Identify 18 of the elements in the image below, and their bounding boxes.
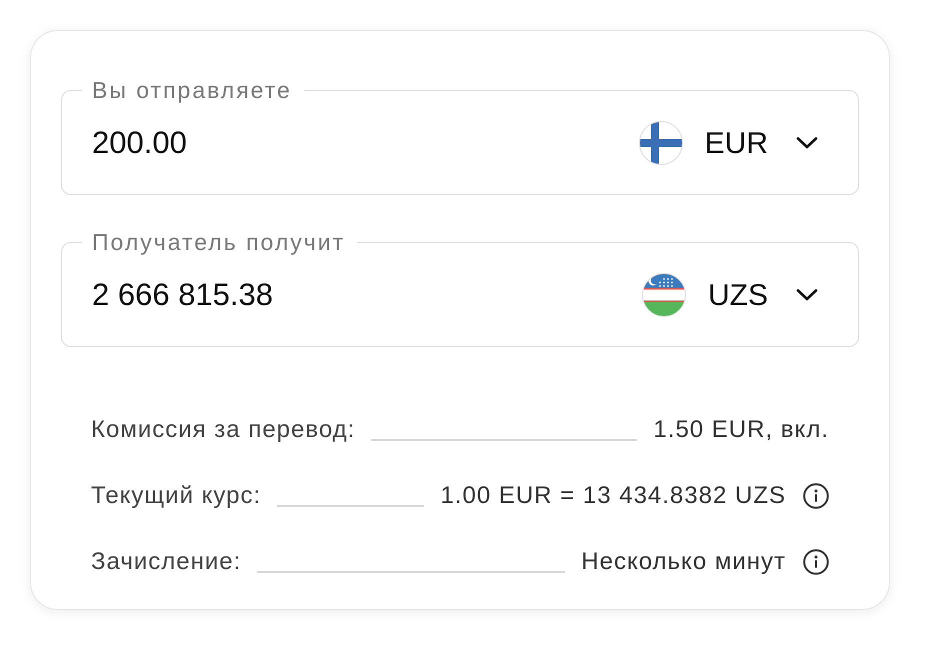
currency-select[interactable]: EUR: [638, 120, 818, 166]
amount-input[interactable]: 2 666 815.38: [92, 272, 642, 318]
chevron-down-icon: [796, 137, 818, 149]
finland-flag-icon: [638, 121, 683, 165]
chevron-down-icon: [796, 289, 818, 301]
detail-label: Комиссия за перевод:: [91, 415, 356, 445]
field-label: Вы отправляете: [91, 77, 293, 103]
info-icon[interactable]: [803, 483, 829, 509]
detail-label: Зачисление:: [91, 547, 242, 577]
uzbekistan-flag-icon: [642, 273, 686, 317]
amount-input[interactable]: 200.00: [92, 120, 639, 166]
info-icon[interactable]: [803, 549, 829, 575]
detail-value: 1.00 EUR = 13 434.8382 UZS: [440, 481, 786, 511]
field-label: Получатель получит: [91, 229, 346, 255]
detail-label: Текущий курс:: [91, 481, 262, 511]
detail-value: Несколько минут: [581, 547, 786, 577]
detail-value: 1.50 EUR, вкл.: [653, 415, 829, 445]
currency-select[interactable]: UZS: [642, 272, 818, 318]
